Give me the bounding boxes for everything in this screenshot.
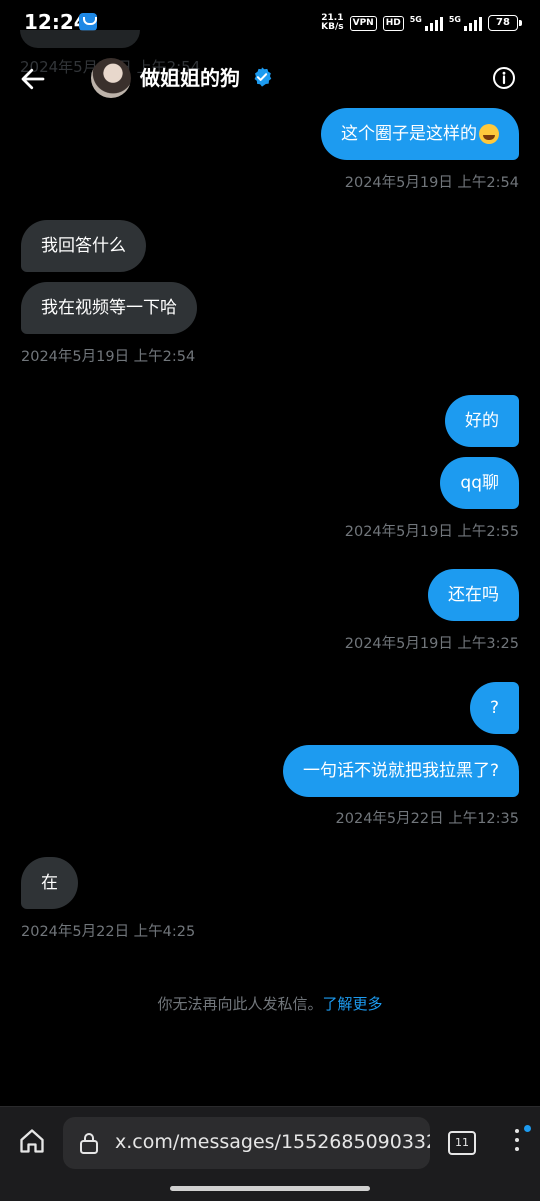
message-timestamp: 2024年5月22日 上午4:25 (21, 924, 196, 940)
gesture-bar[interactable] (170, 1186, 370, 1191)
network-speed-unit: KB/s (321, 22, 344, 32)
message-bubble-outgoing[interactable]: 好的 (445, 395, 519, 447)
contact-name[interactable]: 做姐姐的狗 (140, 62, 240, 91)
url-text: x.com/messages/15526850903327 (115, 1131, 430, 1153)
sim2-label: 5G (448, 15, 461, 24)
message-bubble-incoming[interactable]: 我回答什么 (21, 220, 146, 272)
back-arrow-icon[interactable] (18, 64, 48, 94)
tab-switcher-button[interactable]: 11 (448, 1131, 476, 1155)
tears-of-joy-emoji-icon (479, 124, 499, 144)
signal-icon: 5G (410, 15, 443, 31)
message-text: 在 (41, 873, 58, 893)
scrolled-message-ghost (20, 30, 140, 48)
learn-more-link[interactable]: 了解更多 (323, 995, 383, 1013)
message-text: 这个圈子是这样的 (341, 124, 477, 144)
battery-icon: 78 (488, 15, 522, 31)
url-bar[interactable]: x.com/messages/15526850903327 (63, 1117, 430, 1169)
message-timestamp: 2024年5月19日 上午2:54 (21, 349, 196, 365)
message-bubble-outgoing[interactable]: ? (469, 682, 519, 734)
message-bubble-incoming[interactable]: 在 (21, 857, 78, 909)
message-bubble-incoming[interactable]: 我在视频等一下哈 (21, 282, 197, 334)
message-text: 还在吗 (448, 585, 499, 605)
message-text: 我回答什么 (41, 236, 126, 256)
info-icon[interactable] (492, 66, 516, 90)
notice-text: 你无法再向此人发私信。 (157, 995, 323, 1013)
hd-icon: HD (382, 15, 404, 31)
avatar[interactable] (91, 58, 131, 98)
message-timestamp: 2024年5月19日 上午2:55 (344, 524, 519, 540)
message-bubble-outgoing[interactable]: 还在吗 (428, 569, 519, 621)
app-notification-icon (79, 13, 97, 31)
lock-icon (80, 1133, 98, 1154)
message-bubble-outgoing[interactable]: qq聊 (440, 457, 519, 509)
message-text: qq聊 (460, 473, 499, 493)
vpn-icon: VPN (349, 15, 377, 31)
message-timestamp: 2024年5月22日 上午12:35 (335, 811, 519, 827)
message-bubble-outgoing[interactable]: 一句话不说就把我拉黑了? (282, 745, 519, 797)
network-speed: 21.1 KB/s (321, 14, 343, 32)
more-menu-icon[interactable] (512, 1129, 522, 1159)
message-text: 一句话不说就把我拉黑了? (302, 761, 499, 781)
dm-disabled-notice: 你无法再向此人发私信。了解更多 (0, 993, 540, 1014)
message-text: 好的 (465, 411, 499, 431)
message-timestamp: 2024年5月19日 上午3:25 (344, 636, 519, 652)
sim1-label: 5G (409, 15, 422, 24)
status-indicators: 21.1 KB/s VPN HD 5G 5G 78 (321, 12, 522, 34)
message-text: 我在视频等一下哈 (41, 298, 177, 318)
update-indicator-dot (524, 1125, 531, 1132)
message-timestamp: 2024年5月19日 上午2:54 (344, 175, 519, 191)
home-icon[interactable] (18, 1127, 46, 1155)
signal-icon-2: 5G (449, 15, 482, 31)
verified-badge-icon (254, 67, 272, 87)
message-text: ? (489, 698, 499, 718)
message-bubble-outgoing[interactable]: 这个圈子是这样的 (321, 108, 519, 160)
